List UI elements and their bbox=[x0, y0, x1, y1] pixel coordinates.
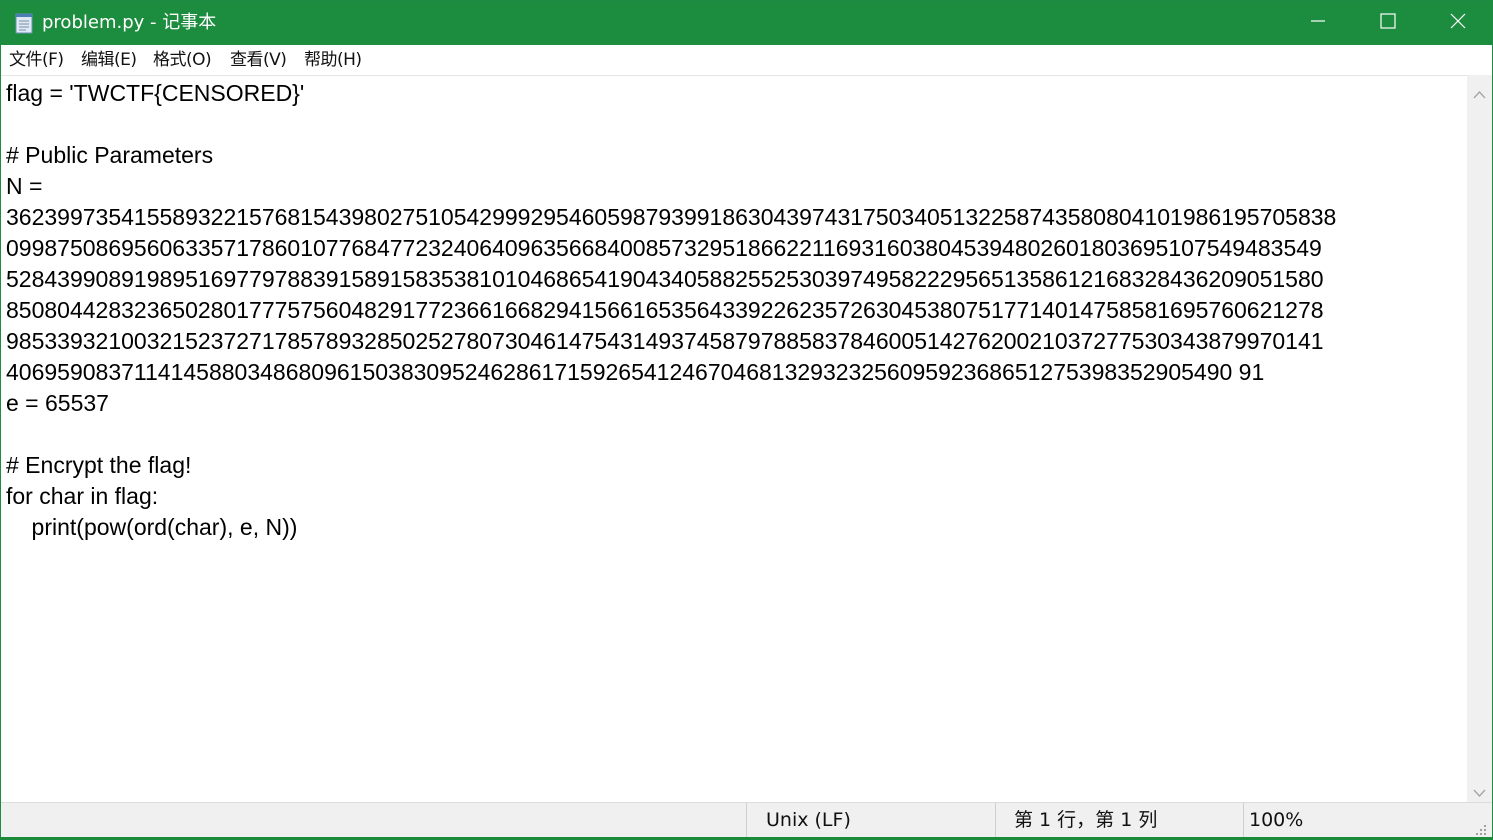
maximize-button[interactable] bbox=[1353, 1, 1423, 45]
status-zoom: 100% bbox=[1249, 809, 1304, 831]
editor-line-13: # Encrypt the flag! bbox=[6, 452, 192, 478]
resize-grip-icon[interactable] bbox=[1475, 821, 1487, 840]
maximize-icon bbox=[1380, 13, 1396, 33]
minimize-button[interactable] bbox=[1283, 1, 1353, 45]
status-divider bbox=[1243, 803, 1244, 837]
menu-format[interactable]: 格式(O) bbox=[153, 49, 212, 71]
close-button[interactable] bbox=[1423, 1, 1493, 45]
editor-line-9: 9853393210032152372717857893285025278073… bbox=[6, 328, 1324, 354]
editor-line-10: 4069590837114145880348680961503830952462… bbox=[6, 359, 1265, 385]
menu-bar: 文件(F) 编辑(E) 格式(O) 查看(V) 帮助(H) bbox=[1, 45, 1492, 75]
editor-line-5: 3623997354155893221576815439802751054299… bbox=[6, 204, 1337, 230]
editor-line-4: N = bbox=[6, 173, 43, 199]
window-title: problem.py - 记事本 bbox=[42, 12, 217, 33]
editor-line-15: print(pow(ord(char), e, N)) bbox=[6, 514, 298, 540]
text-editor[interactable]: flag = 'TWCTF{CENSORED}' # Public Parame… bbox=[1, 75, 1467, 803]
editor-line-7: 5284399089198951697797883915891583538101… bbox=[6, 266, 1324, 292]
editor-line-6: 0998750869560633571786010776847723240640… bbox=[6, 235, 1322, 261]
menu-help[interactable]: 帮助(H) bbox=[304, 49, 362, 71]
editor-line-8: 8508044283236502801777575604829177236616… bbox=[6, 297, 1324, 323]
editor-line-11: e = 65537 bbox=[6, 390, 109, 416]
editor-line-14: for char in flag: bbox=[6, 483, 159, 509]
title-bar[interactable]: problem.py - 记事本 bbox=[1, 1, 1492, 45]
vertical-scrollbar[interactable] bbox=[1467, 75, 1492, 802]
status-line-ending: Unix (LF) bbox=[766, 809, 851, 831]
editor-line-3: # Public Parameters bbox=[6, 142, 214, 168]
minimize-icon bbox=[1310, 13, 1326, 33]
editor-line-1: flag = 'TWCTF{CENSORED}' bbox=[6, 80, 305, 106]
status-cursor-position: 第 1 行，第 1 列 bbox=[1014, 809, 1158, 831]
notepad-window: problem.py - 记事本 文件(F) 编辑(E) 格式(O) 查看(V)… bbox=[0, 0, 1493, 837]
status-bar: Unix (LF) 第 1 行，第 1 列 100% bbox=[1, 802, 1492, 837]
notepad-icon bbox=[13, 12, 35, 34]
status-divider bbox=[995, 803, 996, 837]
scroll-down-icon[interactable] bbox=[1473, 783, 1486, 802]
menu-view[interactable]: 查看(V) bbox=[230, 49, 287, 71]
menu-edit[interactable]: 编辑(E) bbox=[81, 49, 137, 71]
scroll-up-icon[interactable] bbox=[1473, 84, 1486, 103]
close-icon bbox=[1450, 13, 1466, 33]
menu-file[interactable]: 文件(F) bbox=[9, 49, 64, 71]
status-divider bbox=[746, 803, 747, 837]
